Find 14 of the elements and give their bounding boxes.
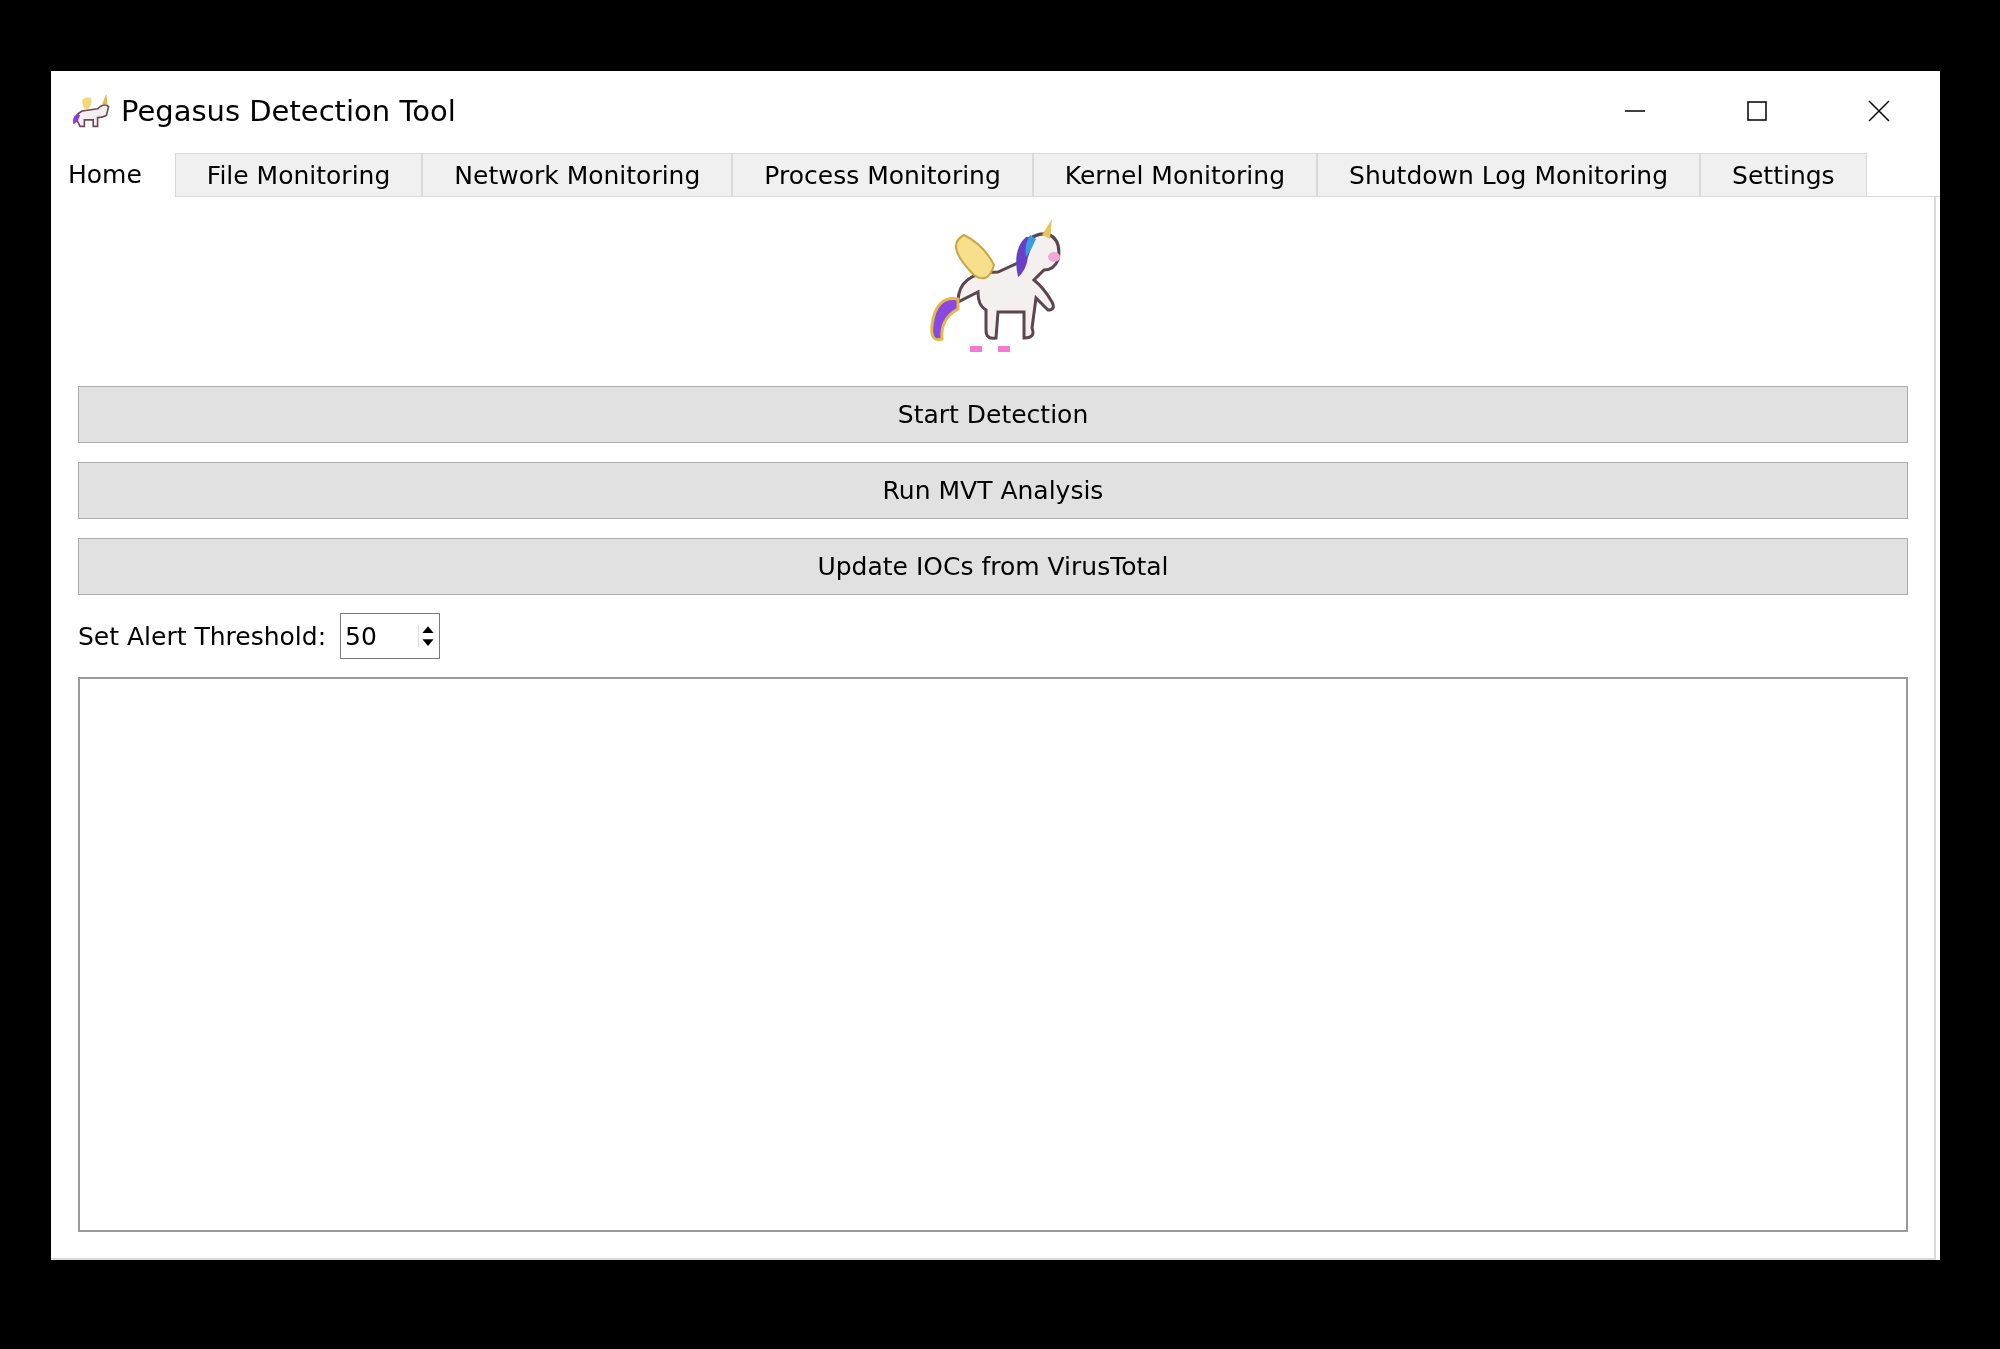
tab[interactable]: Kernel Monitoring [1032,153,1317,196]
up-arrow-icon[interactable] [421,625,436,634]
tab[interactable]: Process Monitoring [732,153,1033,196]
threshold-label: Set Alert Threshold: [78,621,327,651]
threshold-spinbox[interactable]: 50 [340,613,441,659]
tab[interactable]: Network Monitoring [422,153,733,196]
action-button[interactable]: Update IOCs from VirusTotal [78,538,1908,595]
action-button[interactable]: Run MVT Analysis [78,462,1908,519]
down-arrow-icon[interactable] [421,638,436,647]
tab[interactable]: Settings [1700,153,1867,196]
tab[interactable]: File Monitoring [174,153,423,196]
window-title: Pegasus Detection Tool [121,94,456,128]
action-button[interactable]: Start Detection [78,386,1908,443]
tab[interactable]: Shutdown Log Monitoring [1317,153,1701,196]
